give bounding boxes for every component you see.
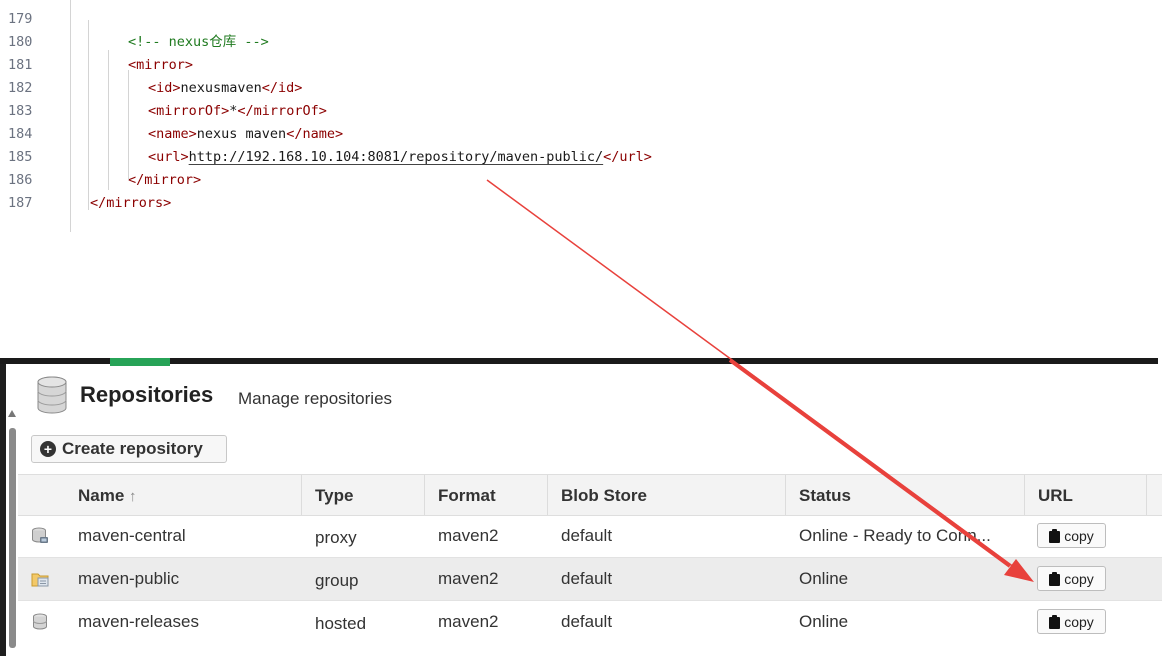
column-header-blob-store[interactable]: Blob Store [561,486,647,506]
line-number: 184 [8,126,33,142]
column-header-name[interactable]: Name ↑ [78,486,137,506]
copy-url-button[interactable]: copy [1037,609,1106,634]
repo-status: Online [799,569,849,588]
column-header-format[interactable]: Format [438,486,496,506]
xml-value: http://192.168.10.104:8081/repository/ma… [188,149,604,165]
column-separator [785,475,786,515]
column-header-type[interactable]: Type [315,486,353,506]
code-text: <!-- nexus仓库 --> [128,31,269,54]
xml-value: nexusmaven [180,80,262,96]
xml-tag: <mirrorOf> [148,103,230,119]
xml-tag: </mirrorOf> [237,103,327,119]
hosted-repo-icon [33,613,47,630]
repo-status: Online [799,612,849,631]
left-sidebar-edge [0,364,6,656]
column-header-status[interactable]: Status [799,486,851,506]
indent-guide [128,70,129,180]
line-number: 185 [8,149,33,165]
xml-tag: </mirrors> [90,195,172,211]
indent-guide [88,20,89,210]
repo-blob-store: default [561,569,613,588]
repo-format: maven2 [438,526,499,545]
table-row[interactable]: maven-public group maven2 default Online… [18,558,1162,601]
sort-ascending-icon: ↑ [129,488,137,505]
code-text: <url>http://192.168.10.104:8081/reposito… [148,146,652,169]
repo-format: maven2 [438,569,499,588]
xml-tag: <url> [148,149,189,165]
indent-guide [70,0,71,232]
active-nav-indicator [110,358,170,366]
page-title: Repositories [80,382,214,407]
copy-label: copy [1064,613,1094,630]
repo-status: Online - Ready to Conn... [799,526,991,545]
repo-name: maven-releases [78,612,199,631]
group-repo-icon [31,573,49,587]
indent-guide [108,50,109,190]
nexus-repositories-panel: Repositories Manage repositories + Creat… [0,358,1162,656]
code-text: <mirrorOf>*</mirrorOf> [148,100,327,123]
column-separator [547,475,548,515]
xml-comment: <!-- nexus仓库 --> [128,34,269,50]
repo-name: maven-central [78,526,186,545]
code-text: </mirror> [128,169,201,192]
scrollbar-thumb[interactable] [9,428,16,648]
top-bar [0,358,1158,364]
clipboard-icon [1049,571,1061,586]
repo-format: maven2 [438,612,499,631]
code-text: <mirror> [128,54,193,77]
copy-url-button[interactable]: copy [1037,523,1106,548]
copy-label: copy [1064,570,1094,587]
repo-type: group [315,571,359,590]
code-text: </mirrors> [90,192,171,215]
line-number: 181 [8,57,33,73]
xml-tag: </mirror> [128,172,202,188]
column-separator [1024,475,1025,515]
table-row[interactable]: maven-central proxy maven2 default Onlin… [18,515,1162,558]
clipboard-icon [1049,614,1061,629]
plus-circle-icon: + [40,441,56,457]
column-separator [301,475,302,515]
column-separator [1146,475,1147,515]
line-number: 183 [8,103,33,119]
xml-value: nexus maven [196,126,287,142]
xml-tag: </id> [261,80,303,96]
create-repository-label: Create repository [62,439,203,458]
xml-tag: </name> [286,126,344,142]
repo-type: proxy [315,528,357,547]
line-number: 182 [8,80,33,96]
repo-type: hosted [315,614,367,633]
page-subtitle: Manage repositories [238,389,393,408]
line-number: 179 [8,11,33,27]
xml-code-editor: 179 180 <!-- nexus仓库 --> 181 <mirror> 182 <id>… [0,0,1162,232]
xml-tag: </url> [603,149,652,165]
copy-label: copy [1064,527,1094,544]
create-repository-button[interactable]: + Create repository [31,435,227,463]
scroll-up-icon[interactable] [8,410,16,417]
line-number: 187 [8,195,33,211]
xml-tag: <mirror> [128,57,194,73]
repo-name: maven-public [78,569,180,588]
code-text: <id>nexusmaven</id> [148,77,302,100]
table-header: Name ↑ Type Format Blob Store Status URL [18,474,1162,516]
xml-tag: <name> [148,126,197,142]
line-number: 180 [8,34,33,50]
line-number: 186 [8,172,33,188]
code-text: <name>nexus maven</name> [148,123,343,146]
copy-url-button[interactable]: copy [1037,566,1106,591]
column-separator [424,475,425,515]
proxy-repo-icon [32,527,48,543]
column-header-url[interactable]: URL [1038,486,1073,506]
clipboard-icon [1049,528,1061,543]
table-row[interactable]: maven-releases hosted maven2 default Onl… [18,601,1162,643]
xml-tag: <id> [148,80,181,96]
database-icon [37,376,67,414]
repo-blob-store: default [561,612,613,631]
repo-blob-store: default [561,526,613,545]
